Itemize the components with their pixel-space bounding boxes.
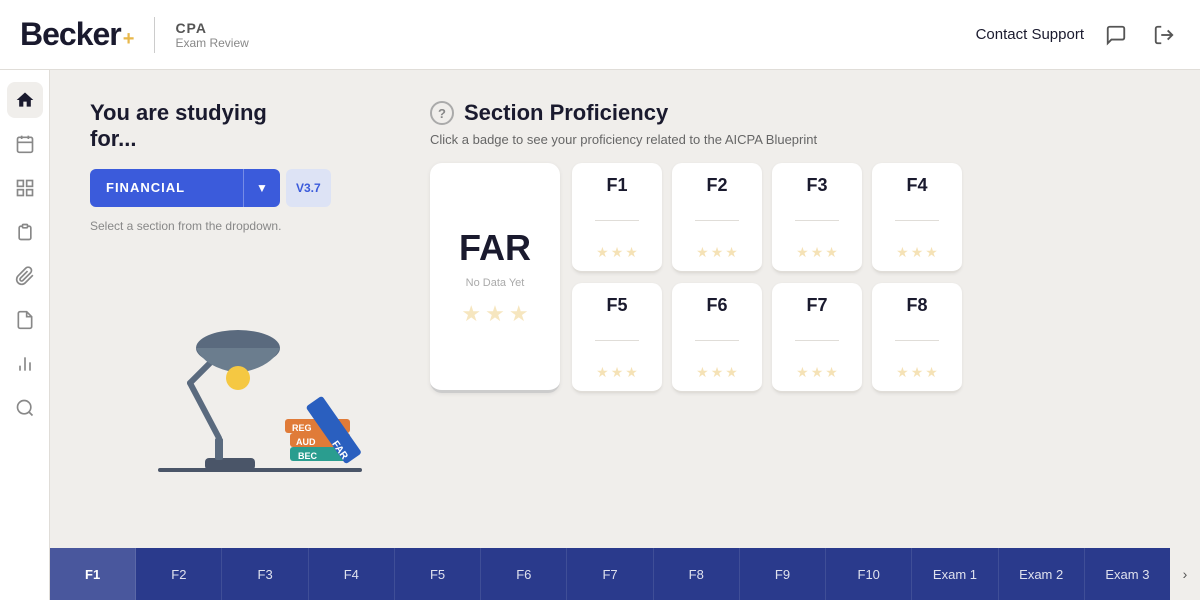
expand-button[interactable]: › [1170,548,1200,600]
bottom-tab-exam-1[interactable]: Exam 1 [912,548,998,600]
far-card[interactable]: FAR No Data Yet ★ ★ ★ [430,163,560,393]
version-badge: V3.7 [286,169,331,207]
svg-text:AUD: AUD [296,437,316,447]
study-for-block: You are studying for... FINANCIAL ▼ V3.7… [90,100,370,463]
bottom-tab-f5[interactable]: F5 [395,548,481,600]
exam-review-label: Exam Review [175,36,248,50]
badge-card-f4[interactable]: F4 ★★★ [872,163,962,273]
sidebar-item-home[interactable] [7,82,43,118]
layout: You are studying for... FINANCIAL ▼ V3.7… [0,70,1200,600]
far-stars: ★ ★ ★ [461,301,528,327]
sidebar-item-attach[interactable] [7,258,43,294]
badge-card-f8[interactable]: F8 ★★★ [872,283,962,393]
main-content: You are studying for... FINANCIAL ▼ V3.7… [50,70,1200,600]
sidebar-item-search[interactable] [7,390,43,426]
logo-plus: + [123,28,135,51]
bottom-tab-f7[interactable]: F7 [567,548,653,600]
badge-card-f6[interactable]: F6 ★★★ [672,283,762,393]
sidebar-item-calendar[interactable] [7,126,43,162]
far-star-2: ★ [485,301,505,327]
badge-card-f5[interactable]: F5 ★★★ [572,283,662,393]
logo: Becker + [20,16,134,53]
logo-text: Becker [20,16,121,53]
badges-grid: F1 ★★★ F2 ★★★ [572,163,962,393]
header-subtitle: CPA Exam Review [175,20,248,50]
logout-icon[interactable] [1148,19,1180,51]
sidebar-item-chart[interactable] [7,346,43,382]
cpa-label: CPA [175,20,248,36]
badge-card-f3[interactable]: F3 ★★★ [772,163,862,273]
bottom-tab-f3[interactable]: F3 [222,548,308,600]
proficiency-title: Section Proficiency [464,100,668,126]
contact-support-link[interactable]: Contact Support [976,26,1084,43]
bottom-tab-f10[interactable]: F10 [826,548,912,600]
bottom-tab-exam-3[interactable]: Exam 3 [1085,548,1170,600]
header: Becker + CPA Exam Review Contact Support [0,0,1200,70]
proficiency-header: ? Section Proficiency [430,100,1160,126]
content-area: You are studying for... FINANCIAL ▼ V3.7… [50,70,1200,548]
header-right: Contact Support [976,19,1180,51]
bottom-tab-f4[interactable]: F4 [309,548,395,600]
badge-card-f1[interactable]: F1 ★★★ [572,163,662,273]
help-icon[interactable]: ? [430,101,454,125]
bottom-tabs: F1F2F3F4F5F6F7F8F9F10Exam 1Exam 2Exam 3 [50,548,1170,600]
financial-dropdown[interactable]: FINANCIAL ▼ [90,169,280,207]
illustration-area: AUD REG BEC FAR [90,243,370,463]
badge-card-f2[interactable]: F2 ★★★ [672,163,762,273]
bottom-tab-f8[interactable]: F8 [654,548,740,600]
study-for-title: You are studying for... [90,100,370,153]
dropdown-arrow-icon[interactable]: ▼ [244,181,280,195]
top-section: You are studying for... FINANCIAL ▼ V3.7… [90,100,1160,518]
badge-card-f7[interactable]: F7 ★★★ [772,283,862,393]
bottom-bar: F1F2F3F4F5F6F7F8F9F10Exam 1Exam 2Exam 3 … [50,548,1200,600]
sidebar-item-document[interactable] [7,302,43,338]
dropdown-row: FINANCIAL ▼ V3.7 [90,169,370,207]
proficiency-section: ? Section Proficiency Click a badge to s… [430,100,1160,393]
bottom-tab-f1[interactable]: F1 [50,548,136,600]
proficiency-subtitle: Click a badge to see your proficiency re… [430,132,1160,147]
chat-icon[interactable] [1100,19,1132,51]
select-hint: Select a section from the dropdown. [90,219,370,233]
far-no-data: No Data Yet [466,277,525,289]
sidebar-item-clipboard[interactable] [7,214,43,250]
lamp-illustration: AUD REG BEC FAR [90,243,370,523]
far-star-3: ★ [509,301,529,327]
financial-label: FINANCIAL [90,180,243,195]
svg-text:BEC: BEC [298,451,318,461]
bottom-tab-f9[interactable]: F9 [740,548,826,600]
far-label: FAR [459,227,531,269]
bottom-tab-f6[interactable]: F6 [481,548,567,600]
far-star-1: ★ [461,301,481,327]
sidebar [0,70,50,600]
badges-area: FAR No Data Yet ★ ★ ★ F1 [430,163,1160,393]
svg-text:REG: REG [292,423,312,433]
bottom-tab-exam-2[interactable]: Exam 2 [999,548,1085,600]
bottom-tab-f2[interactable]: F2 [136,548,222,600]
sidebar-item-grid[interactable] [7,170,43,206]
header-divider [154,17,155,53]
